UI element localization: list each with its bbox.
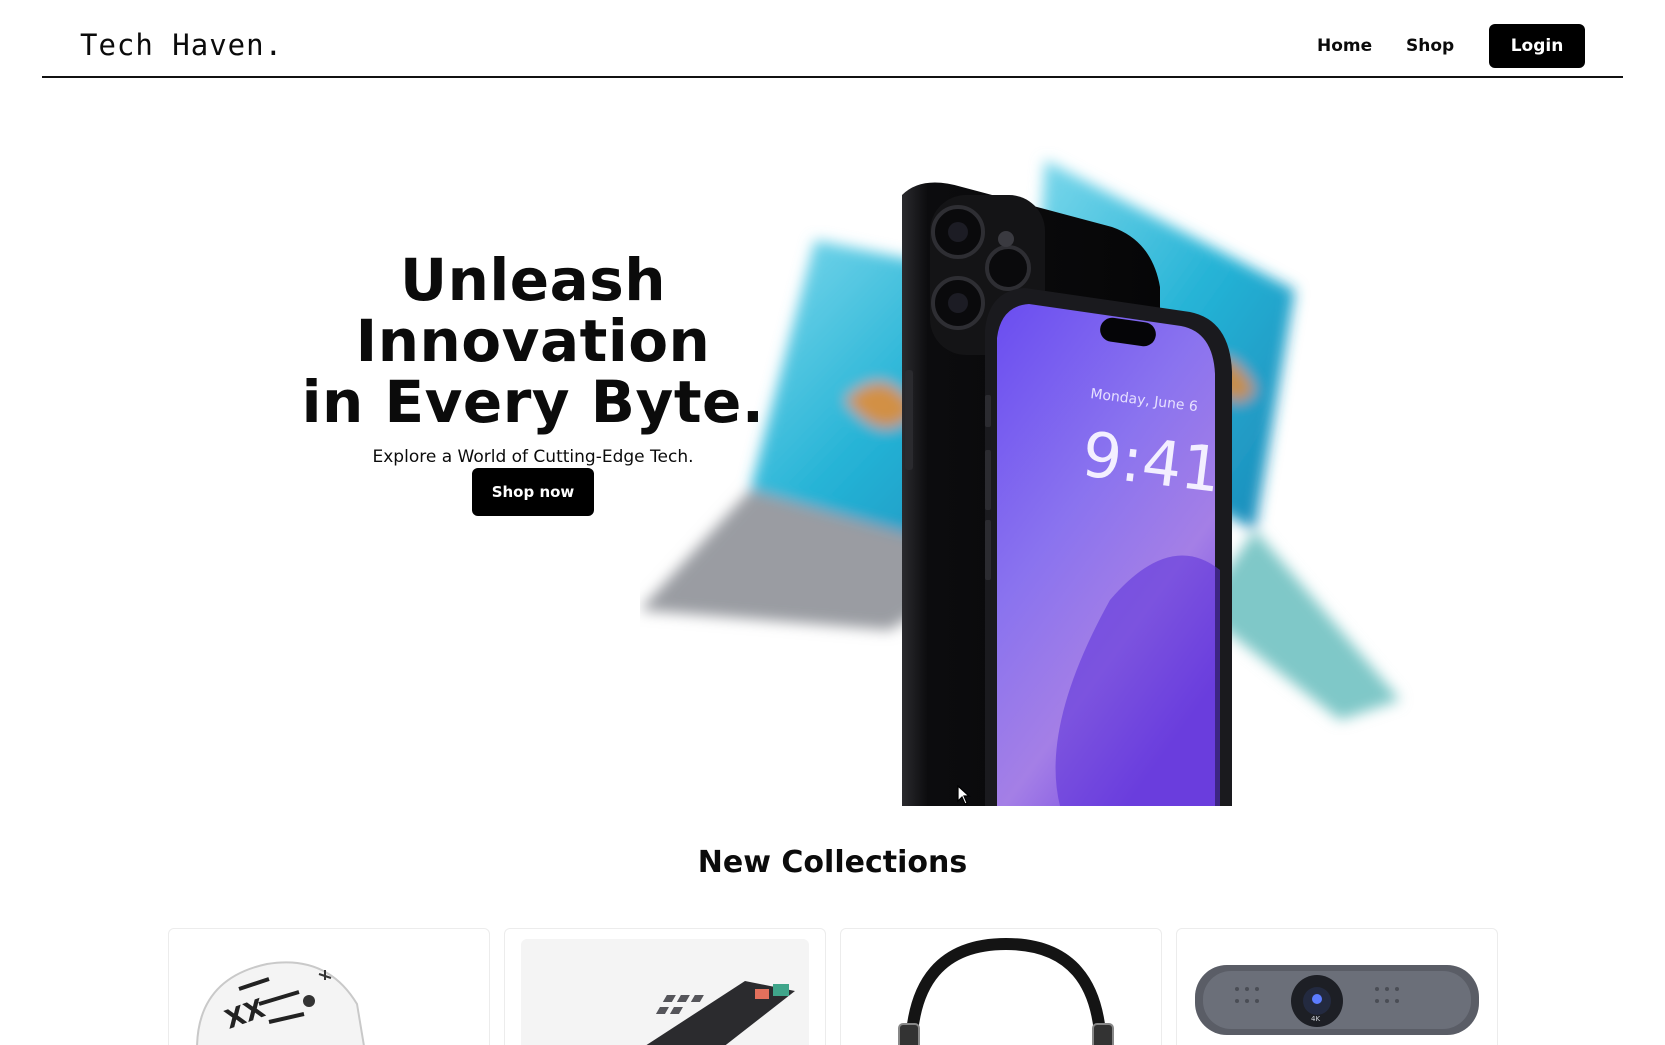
mechanical-keyboard-icon [521, 939, 809, 1045]
collections-title: New Collections [697, 845, 968, 880]
product-card[interactable] [504, 928, 826, 1045]
mouse-cursor-icon [957, 785, 971, 805]
webcam-4k-badge: 4K [1311, 1015, 1320, 1023]
nav-link-shop[interactable]: Shop [1406, 36, 1454, 56]
headphones-icon [898, 937, 1114, 1045]
brand-logo[interactable]: Tech Haven. [80, 28, 283, 62]
gaming-mouse-icon: XX [196, 961, 365, 1045]
hero-product-image: Monday, June 6 9:41 [640, 160, 1400, 806]
product-card[interactable] [840, 928, 1162, 1045]
product-card[interactable]: XX [168, 928, 490, 1045]
shop-now-button[interactable]: Shop now [472, 468, 594, 516]
nav-link-home[interactable]: Home [1317, 36, 1372, 56]
navbar: Tech Haven. Home Shop Login [42, 0, 1623, 78]
product-card[interactable]: 4K [1176, 928, 1498, 1045]
landing-page: Tech Haven. Home Shop Login Unleash Inno… [0, 0, 1665, 1045]
webcam-speaker-bar-icon: 4K [1195, 965, 1479, 1035]
phone-front: Monday, June 6 9:41 [985, 288, 1232, 806]
login-button[interactable]: Login [1489, 24, 1585, 68]
